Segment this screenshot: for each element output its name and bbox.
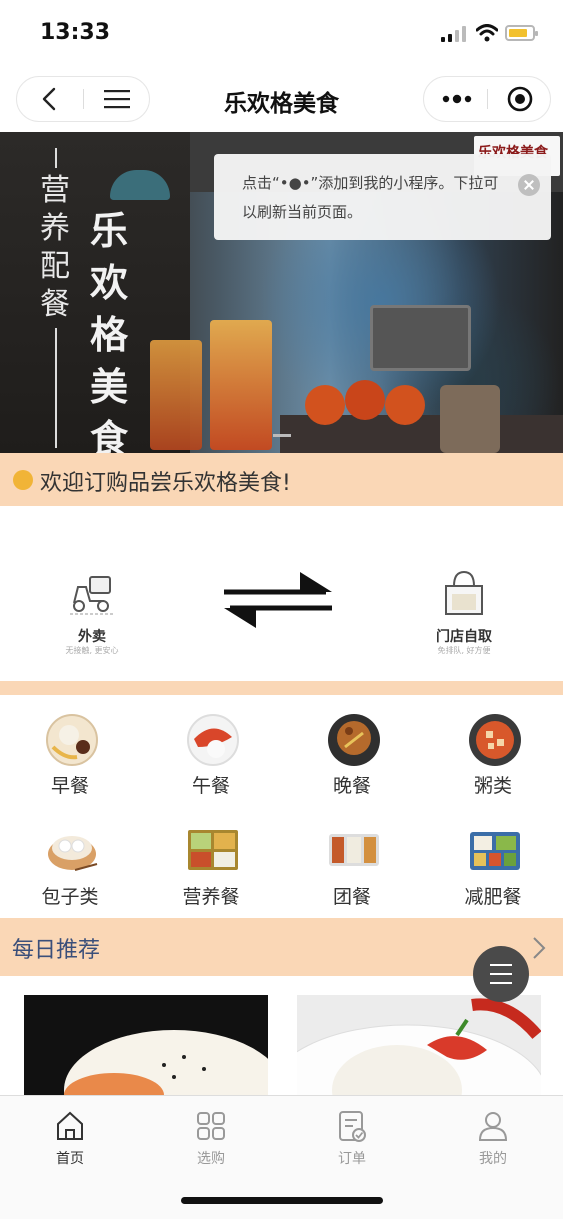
- notice-icon: [13, 470, 33, 490]
- floating-menu-button[interactable]: [473, 946, 529, 1002]
- category-label: 早餐: [50, 775, 89, 797]
- banner-divider: [55, 328, 57, 448]
- category-label: 营养餐: [182, 886, 240, 908]
- takeout-subtitle: 无接触, 更安心: [65, 646, 119, 655]
- group-meal-tray-icon: [329, 834, 379, 866]
- tab-profile[interactable]: 我的: [453, 1102, 533, 1172]
- category-label: 晚餐: [332, 775, 371, 797]
- grid-icon: [197, 1112, 225, 1140]
- food-image: [64, 1030, 268, 1095]
- tab-label: 订单: [338, 1151, 366, 1167]
- banner-bowl: [345, 380, 385, 420]
- category-item-porridge[interactable]: 粥类: [448, 713, 538, 823]
- tooltip-text: 点击“•●•”添加到我的小程序。下拉可以刷新当前页面。: [242, 174, 499, 221]
- cellular-signal-icon: [441, 26, 466, 42]
- tab-label: 我的: [479, 1151, 507, 1167]
- section-divider: [0, 681, 563, 695]
- category-label: 午餐: [191, 775, 230, 797]
- tab-shop[interactable]: 选购: [171, 1102, 251, 1172]
- delivery-scooter-icon[interactable]: [70, 573, 114, 615]
- category-label: 粥类: [473, 775, 512, 797]
- carousel-indicator: [273, 434, 291, 437]
- diet-tray-icon: [470, 832, 520, 870]
- tooltip-close-icon[interactable]: [518, 174, 540, 196]
- porridge-pot-icon: [469, 714, 521, 766]
- category-label: 包子类: [41, 886, 99, 908]
- banner-drink-cup: [150, 340, 202, 450]
- banner-oven: [370, 305, 471, 371]
- back-icon[interactable]: [40, 87, 60, 111]
- order-icon: [339, 1111, 366, 1142]
- bento-icon: [188, 830, 238, 870]
- welcome-text: 欢迎订购品尝乐欢格美食!: [40, 471, 291, 496]
- category-item-dinner[interactable]: 晚餐: [307, 713, 397, 823]
- swap-arrows-icon[interactable]: [222, 570, 334, 630]
- category-item-lunch[interactable]: 午餐: [166, 713, 256, 823]
- status-time: 13:33: [40, 20, 111, 45]
- menu-icon[interactable]: [104, 89, 130, 109]
- tab-home[interactable]: 首页: [30, 1102, 110, 1172]
- takeout-label[interactable]: 外卖: [50, 626, 134, 646]
- tab-label: 首页: [56, 1151, 84, 1167]
- pickup-label[interactable]: 门店自取: [420, 626, 508, 646]
- breakfast-plate-icon: [46, 714, 98, 766]
- tab-label: 选购: [197, 1151, 225, 1167]
- close-mini-program-icon[interactable]: [507, 86, 533, 112]
- dinner-plate-icon: [328, 714, 380, 766]
- user-icon: [478, 1112, 508, 1141]
- battery-icon: [505, 25, 538, 41]
- chevron-right-icon[interactable]: [532, 936, 546, 960]
- food-card[interactable]: [24, 995, 268, 1095]
- banner-jar: [440, 385, 500, 453]
- category-label: 团餐: [332, 886, 371, 908]
- banner-bowl: [385, 385, 425, 425]
- pickup-bag-icon[interactable]: [442, 570, 486, 616]
- banner-bowl: [305, 385, 345, 425]
- tab-orders[interactable]: 订单: [312, 1102, 392, 1172]
- home-indicator: [181, 1197, 383, 1204]
- more-dots-icon[interactable]: [442, 94, 472, 104]
- banner-main-title: 乐欢格美食: [90, 208, 129, 461]
- steamed-bun-icon: [48, 836, 98, 871]
- lunch-bowl-icon: [187, 714, 239, 766]
- banner-drink-cup: [210, 320, 272, 450]
- banner-divider: [55, 148, 57, 168]
- daily-recommend-title: 每日推荐: [12, 938, 101, 963]
- food-card[interactable]: [297, 995, 541, 1095]
- page-title: 乐欢格美食: [224, 91, 339, 117]
- category-item-breakfast[interactable]: 早餐: [25, 713, 115, 823]
- home-icon: [57, 1111, 83, 1140]
- category-label: 减肥餐: [464, 886, 522, 908]
- pickup-subtitle: 免排队, 好方便: [437, 646, 491, 655]
- banner-subtitle: 营养配餐: [40, 173, 70, 322]
- food-image: [297, 998, 541, 1095]
- wifi-icon: [476, 24, 498, 42]
